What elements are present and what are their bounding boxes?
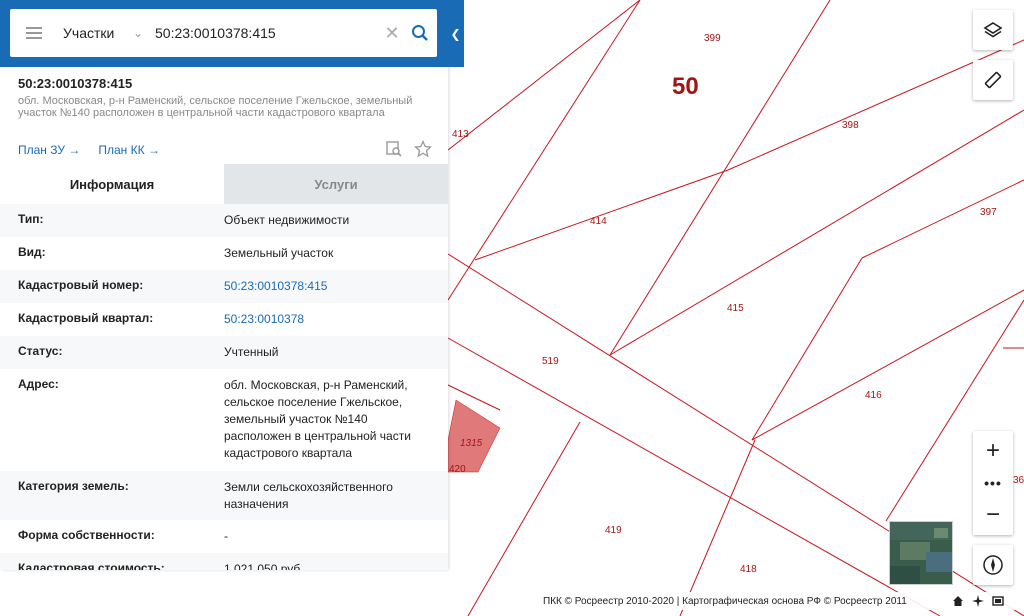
parcel-label: 398 xyxy=(842,120,859,131)
tab-info[interactable]: Информация xyxy=(0,164,224,204)
info-row: Форма собственности: - xyxy=(0,520,448,553)
home-icon[interactable] xyxy=(952,594,964,612)
compass-icon xyxy=(983,555,1003,575)
favorite-star-icon[interactable] xyxy=(413,139,433,163)
parcel-label: 418 xyxy=(740,564,757,575)
search-header: Участки ⌄ 50:23:0010378:415 ✕ xyxy=(0,0,464,67)
search-type-select[interactable]: Участки ⌄ xyxy=(63,25,143,41)
boundary-line xyxy=(447,337,941,616)
plan-links: План ЗУ → План КК → xyxy=(18,143,178,157)
info-value: Земли сельскохозяйственного назначения xyxy=(224,480,393,511)
info-row: Кадастровая стоимость: 1 021 050 руб. xyxy=(0,553,448,570)
locate-icon[interactable] xyxy=(972,594,984,612)
info-value: 1 021 050 руб. xyxy=(224,562,304,570)
parcel-label: 519 xyxy=(542,356,559,367)
ruler-button[interactable] xyxy=(973,60,1013,100)
parcel-label: 415 xyxy=(727,303,744,314)
zoom-controls: + ••• − xyxy=(973,431,1013,535)
info-row: Адрес: обл. Московская, р-н Раменский, с… xyxy=(0,369,448,471)
boundary-line xyxy=(474,169,729,261)
info-key: Форма собственности: xyxy=(18,528,155,542)
info-value: обл. Московская, р-н Раменский, сельское… xyxy=(224,378,411,460)
info-tabs: Информация Услуги xyxy=(0,164,448,204)
header-actions xyxy=(385,139,433,163)
info-key: Кадастровый квартал: xyxy=(18,311,154,325)
info-row: Кадастровый квартал: 50:23:0010378 xyxy=(0,303,448,336)
info-key: Тип: xyxy=(18,212,44,226)
search-icon[interactable] xyxy=(403,24,437,42)
zoom-out-button[interactable]: − xyxy=(973,495,1013,535)
map-attribution: ПКК © Росреестр 2010-2020 | Картографиче… xyxy=(537,592,1024,610)
object-description: обл. Московская, р-н Раменский, сельское… xyxy=(18,95,413,119)
boundary-line xyxy=(609,0,831,356)
parcel-label: 397 xyxy=(980,207,997,218)
layers-button[interactable] xyxy=(973,10,1013,50)
info-value: Объект недвижимости xyxy=(224,213,350,227)
print-icon[interactable] xyxy=(992,594,1004,612)
menu-icon[interactable] xyxy=(26,27,42,39)
info-row: Вид: Земельный участок xyxy=(0,237,448,270)
satellite-minimap[interactable] xyxy=(889,521,953,585)
zoom-in-button[interactable]: + xyxy=(973,431,1013,471)
collapse-panel-icon[interactable]: ❮ xyxy=(447,0,464,67)
chevron-down-icon: ⌄ xyxy=(132,26,143,40)
clear-icon[interactable]: ✕ xyxy=(381,23,403,44)
info-key: Кадастровый номер: xyxy=(18,278,144,292)
quarter-number-label: 50 xyxy=(672,73,699,100)
layers-icon xyxy=(983,22,1003,38)
cadastral-number-link[interactable]: 50:23:0010378:415 xyxy=(224,270,434,303)
tab-services[interactable]: Услуги xyxy=(224,164,448,204)
info-row: Тип: Объект недвижимости xyxy=(0,204,448,237)
plan-kk-link[interactable]: План КК → xyxy=(98,143,160,157)
info-panel: 50:23:0010378:415 обл. Московская, р-н Р… xyxy=(0,0,448,570)
object-header: 50:23:0010378:415 обл. Московская, р-н Р… xyxy=(18,76,438,119)
parcel-label: 36 xyxy=(1013,475,1024,486)
info-value: Земельный участок xyxy=(224,246,334,260)
search-document-icon[interactable] xyxy=(385,140,403,163)
boundary-line xyxy=(609,109,1024,356)
parcel-label: 416 xyxy=(865,390,882,401)
parcel-label: 414 xyxy=(590,216,607,227)
boundary-line xyxy=(447,0,641,301)
parcel-label: 1315 xyxy=(460,438,483,449)
parcel-label: 413 xyxy=(452,129,469,140)
parcel-label: 420 xyxy=(449,464,466,475)
info-key: Вид: xyxy=(18,245,46,259)
boundary-line xyxy=(679,439,756,616)
info-value: - xyxy=(224,529,228,543)
info-row: Кадастровый номер: 50:23:0010378:415 xyxy=(0,270,448,303)
bottom-toolbar xyxy=(952,594,1004,612)
parcel-label: 399 xyxy=(704,33,721,44)
search-box: Участки ⌄ 50:23:0010378:415 ✕ xyxy=(10,9,437,57)
plan-zu-link[interactable]: План ЗУ → xyxy=(18,143,80,157)
compass-button[interactable] xyxy=(973,545,1013,585)
info-key: Статус: xyxy=(18,344,63,358)
parcel-1315-highlight[interactable] xyxy=(447,399,501,473)
info-table: Тип: Объект недвижимости Вид: Земельный … xyxy=(0,204,448,570)
info-row: Категория земель: Земли сельскохозяйстве… xyxy=(0,471,448,520)
info-key: Кадастровая стоимость: xyxy=(18,561,165,570)
info-key: Категория земель: xyxy=(18,479,129,493)
info-key: Адрес: xyxy=(18,377,59,391)
boundary-line xyxy=(447,0,641,151)
search-input[interactable]: 50:23:0010378:415 xyxy=(155,25,381,41)
info-value: Учтенный xyxy=(224,345,279,359)
info-row: Статус: Учтенный xyxy=(0,336,448,369)
cadastral-quarter-link[interactable]: 50:23:0010378 xyxy=(224,303,434,336)
parcel-label: 419 xyxy=(605,525,622,536)
search-type-label: Участки xyxy=(63,25,115,41)
object-title: 50:23:0010378:415 xyxy=(18,76,133,91)
boundary-line xyxy=(751,257,863,441)
more-icon[interactable]: ••• xyxy=(973,471,1013,495)
ruler-icon xyxy=(984,71,1002,89)
